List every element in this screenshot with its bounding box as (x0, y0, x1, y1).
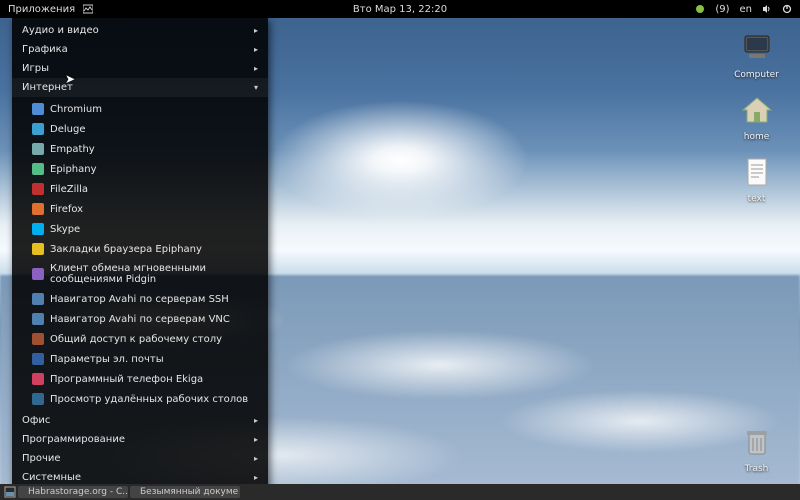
menu-category[interactable]: Программирование ▸ (12, 430, 268, 449)
chevron-right-icon: ▸ (254, 473, 258, 482)
chevron-right-icon: ▸ (254, 416, 258, 425)
menu-item[interactable]: Firefox (12, 199, 268, 219)
volume-icon[interactable] (762, 4, 772, 14)
menu-item[interactable]: Chromium (12, 99, 268, 119)
app-icon (32, 293, 44, 305)
menu-category-label: Прочие (22, 453, 61, 464)
app-icon (32, 313, 44, 325)
menu-item-label: Общий доступ к рабочему столу (50, 334, 222, 345)
chevron-right-icon: ▸ (254, 26, 258, 35)
desktop-icon-label: text (748, 194, 766, 204)
taskbar-item[interactable]: Безымянный докуме (130, 486, 240, 498)
wallpaper-switcher-icon[interactable] (83, 4, 93, 14)
menu-category[interactable]: Игры ▸ (12, 59, 268, 78)
menu-item[interactable]: Epiphany (12, 159, 268, 179)
menu-item[interactable]: Программный телефон Ekiga (12, 369, 268, 389)
chevron-right-icon: ▸ (254, 64, 258, 73)
menu-item-label: Empathy (50, 144, 95, 155)
menu-item-label: Epiphany (50, 164, 97, 175)
chevron-right-icon: ▸ (254, 454, 258, 463)
menu-item[interactable]: Закладки браузера Epiphany (12, 239, 268, 259)
menu-item-label: Закладки браузера Epiphany (50, 244, 202, 255)
menu-item-label: Клиент обмена мгновенными сообщениями Pi… (50, 263, 256, 285)
top-panel: Приложения Вто Мар 13, 22:20 (9) en (0, 0, 800, 18)
app-icon (32, 373, 44, 385)
menu-category[interactable]: Аудио и видео ▸ (12, 21, 268, 40)
menu-item-label: Deluge (50, 124, 85, 135)
menu-item[interactable]: Deluge (12, 119, 268, 139)
menu-item-label: Навигатор Avahi по серверам VNC (50, 314, 230, 325)
menu-item-label: Просмотр удалённых рабочих столов (50, 394, 248, 405)
menu-category[interactable]: Графика ▸ (12, 40, 268, 59)
applications-menu-button[interactable]: Приложения (8, 4, 75, 15)
menu-category[interactable]: Прочие ▸ (12, 449, 268, 468)
desktop-icon-computer[interactable]: Computer (729, 30, 784, 80)
network-icon[interactable] (695, 4, 705, 14)
cursor-icon: ➤ (65, 72, 75, 86)
menu-item[interactable]: Skype (12, 219, 268, 239)
desktop-icon-label: Computer (734, 70, 779, 80)
menu-item-label: Skype (50, 224, 80, 235)
app-icon (32, 268, 44, 280)
app-icon (32, 103, 44, 115)
app-icon (32, 243, 44, 255)
menu-item-label: Программный телефон Ekiga (50, 374, 203, 385)
clock[interactable]: Вто Мар 13, 22:20 (353, 4, 447, 15)
menu-item-label: Chromium (50, 104, 102, 115)
app-icon (32, 183, 44, 195)
taskbar-item[interactable]: Habrastorage.org - C... (18, 486, 128, 498)
menu-category-label: Аудио и видео (22, 25, 99, 36)
menu-item[interactable]: Параметры эл. почты (12, 349, 268, 369)
internet-submenu: Chromium Deluge Empathy Epiphany FileZilla Fi… (12, 97, 268, 411)
keyboard-layout[interactable]: en (740, 4, 753, 15)
app-icon (32, 393, 44, 405)
taskbar-item-label: Безымянный докуме (140, 487, 238, 497)
app-icon (32, 123, 44, 135)
chevron-down-icon: ▾ (254, 83, 258, 92)
desktop-icon-home[interactable]: home (729, 92, 784, 142)
desktop-icon-label: home (744, 132, 770, 142)
menu-item-label: Firefox (50, 204, 83, 215)
app-icon (32, 353, 44, 365)
menu-item[interactable]: Общий доступ к рабочему столу (12, 329, 268, 349)
menu-category-label: Офис (22, 415, 50, 426)
menu-category-label: Программирование (22, 434, 125, 445)
app-icon (32, 333, 44, 345)
desktop-icon-trash[interactable]: Trash (729, 424, 784, 474)
bottom-taskbar: Habrastorage.org - C... Безымянный докуме (0, 484, 800, 500)
menu-item-label: Навигатор Avahi по серверам SSH (50, 294, 229, 305)
menu-category-label: Графика (22, 44, 68, 55)
applications-menu: Аудио и видео ▸ Графика ▸ Игры ▸ Интернет▾ Chr… (12, 18, 268, 500)
app-icon (32, 163, 44, 175)
desktop-icon-label: Trash (745, 464, 769, 474)
app-icon (32, 203, 44, 215)
power-icon[interactable] (782, 4, 792, 14)
menu-item-label: FileZilla (50, 184, 88, 195)
menu-item-label: Параметры эл. почты (50, 354, 164, 365)
notification-count[interactable]: (9) (715, 4, 729, 15)
menu-item[interactable]: Просмотр удалённых рабочих столов (12, 389, 268, 409)
taskbar-item-label: Habrastorage.org - C... (28, 487, 128, 497)
chevron-right-icon: ▸ (254, 435, 258, 444)
menu-item[interactable]: Навигатор Avahi по серверам VNC (12, 309, 268, 329)
desktop-icon-text[interactable]: text (729, 154, 784, 204)
menu-item[interactable]: Навигатор Avahi по серверам SSH (12, 289, 268, 309)
menu-category[interactable]: Интернет▾ (12, 78, 268, 97)
show-desktop-icon[interactable] (4, 486, 16, 498)
wallpaper-sun (270, 100, 530, 220)
menu-item[interactable]: FileZilla (12, 179, 268, 199)
menu-category-label: Системные (22, 472, 81, 483)
app-icon (32, 223, 44, 235)
menu-category[interactable]: Офис ▸ (12, 411, 268, 430)
chevron-right-icon: ▸ (254, 45, 258, 54)
menu-category-label: Игры (22, 63, 49, 74)
menu-item[interactable]: Клиент обмена мгновенными сообщениями Pi… (12, 259, 268, 289)
menu-item[interactable]: Empathy (12, 139, 268, 159)
app-icon (32, 143, 44, 155)
